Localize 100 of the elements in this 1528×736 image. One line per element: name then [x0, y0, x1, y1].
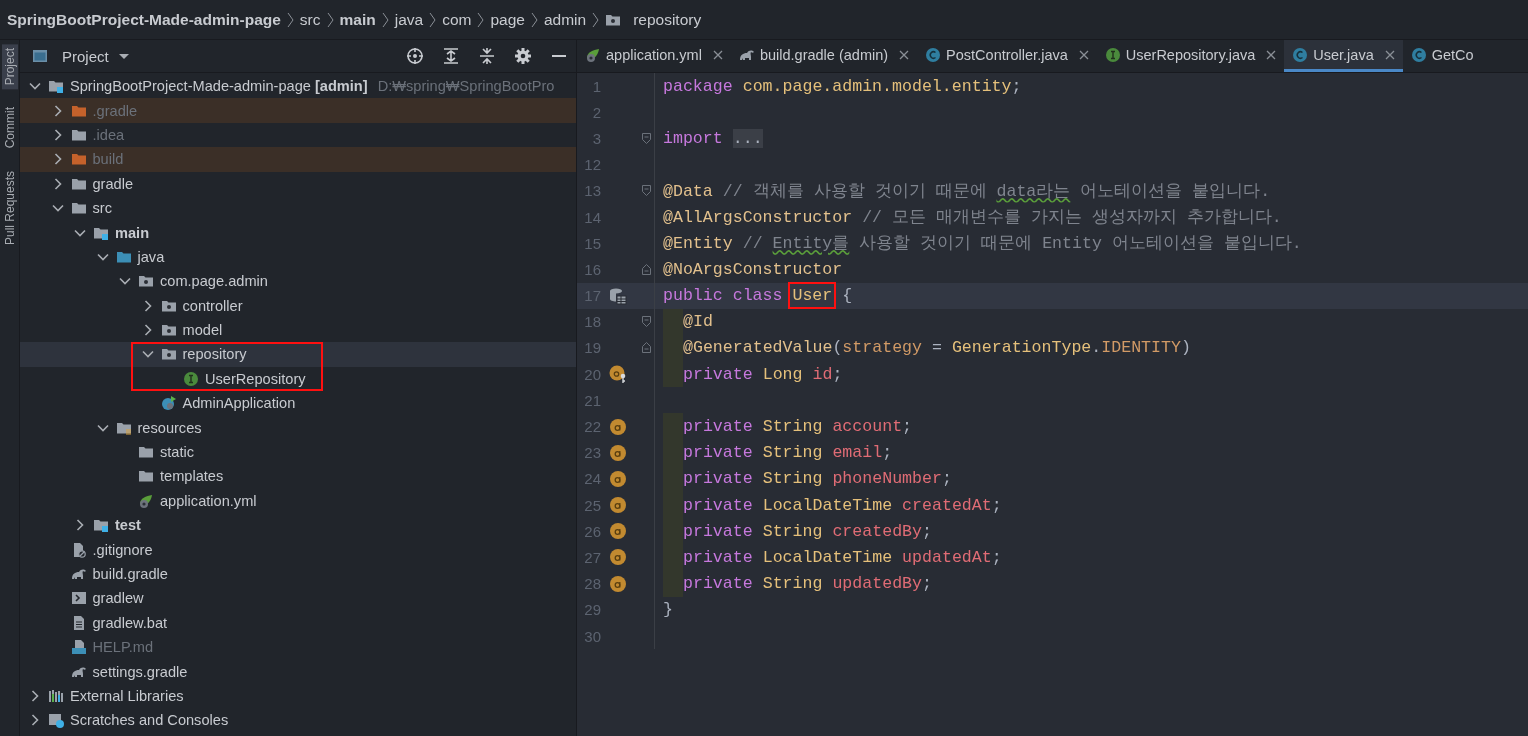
- editor-tab[interactable]: application.yml: [577, 40, 731, 72]
- fold-marker-icon[interactable]: [642, 185, 651, 197]
- separator-icon: [381, 11, 389, 28]
- field-icon[interactable]: [609, 469, 627, 488]
- tree-item[interactable]: settings.gradle: [92, 663, 188, 680]
- tree-item[interactable]: SpringBootProject-Made-admin-page: [70, 78, 311, 95]
- target-icon[interactable]: [406, 47, 424, 65]
- breadcrumb[interactable]: java: [394, 10, 424, 29]
- fold-marker-icon[interactable]: [642, 316, 651, 328]
- close-icon[interactable]: [1078, 49, 1089, 60]
- class-icon: [1410, 46, 1427, 63]
- folder-icon: [138, 444, 154, 461]
- class-icon: [1292, 46, 1309, 63]
- breadcrumb[interactable]: src: [299, 10, 321, 29]
- breadcrumb[interactable]: SpringBootProject-Made-admin-page: [7, 10, 281, 29]
- field-icon[interactable]: [609, 574, 627, 593]
- tree-item[interactable]: templates: [160, 468, 224, 485]
- close-icon[interactable]: [712, 49, 723, 60]
- fold-marker-icon[interactable]: [642, 342, 651, 354]
- field-icon[interactable]: [609, 417, 627, 436]
- tree-item[interactable]: main: [115, 224, 150, 241]
- editor-tab[interactable]: build.gradle (admin): [730, 40, 918, 72]
- collapse-all-icon[interactable]: [478, 47, 496, 65]
- breadcrumb[interactable]: com: [442, 10, 472, 29]
- editor-tab[interactable]: GetCo: [1402, 40, 1482, 72]
- code-line: private String account;: [683, 417, 913, 437]
- tree-item[interactable]: model: [182, 322, 223, 339]
- line-number: 1: [591, 77, 601, 95]
- folder-icon: [70, 151, 87, 168]
- line-number: 3: [591, 129, 601, 147]
- separator-icon: [286, 11, 294, 28]
- interface-icon: [183, 370, 199, 387]
- breadcrumb[interactable]: admin: [543, 10, 587, 29]
- line-number: 27: [583, 548, 601, 566]
- field-icon[interactable]: [609, 522, 627, 541]
- expand-all-icon[interactable]: [442, 47, 460, 65]
- tree-row[interactable]: repository: [20, 342, 576, 367]
- line-number: 23: [583, 444, 601, 462]
- close-icon[interactable]: [899, 49, 910, 60]
- tool-window-tab[interactable]: Commit: [1, 103, 18, 153]
- line-number: 2: [591, 103, 601, 121]
- tree-item[interactable]: static: [160, 444, 195, 461]
- line-number: 20: [583, 365, 601, 383]
- package-folder-icon: [138, 273, 154, 290]
- editor-tab[interactable]: UserRepository.java: [1096, 40, 1285, 72]
- editor-tab[interactable]: User.java: [1284, 40, 1403, 72]
- line-number: 25: [583, 496, 601, 514]
- key-field-icon[interactable]: [609, 365, 627, 384]
- tree-item[interactable]: UserRepository: [205, 370, 306, 387]
- breadcrumb[interactable]: main: [339, 10, 376, 29]
- line-number: 22: [583, 418, 601, 436]
- fold-marker-icon[interactable]: [642, 132, 651, 144]
- tree-item[interactable]: gradle: [92, 175, 134, 192]
- fold-marker-icon[interactable]: [642, 263, 651, 275]
- separator-icon: [326, 11, 334, 28]
- code-line: private Long id;: [683, 364, 843, 384]
- line-number: 28: [583, 575, 601, 593]
- tree-item[interactable]: com.page.admin: [160, 273, 268, 290]
- breadcrumb[interactable]: page: [490, 10, 525, 29]
- tool-window-tab[interactable]: Project: [1, 44, 18, 90]
- tree-item[interactable]: .gitignore: [92, 541, 153, 558]
- code-line: private String phoneNumber;: [683, 469, 952, 489]
- close-icon[interactable]: [1384, 49, 1395, 60]
- tree-item[interactable]: controller: [182, 297, 243, 314]
- code-line: @AllArgsConstructor // 모든 매개변수를 가지는 생성자까지 추가합니다.: [663, 207, 1282, 229]
- tool-window-tab[interactable]: Pull Requests: [1, 166, 18, 249]
- line-number: 15: [583, 234, 601, 252]
- panel-title[interactable]: Project: [62, 47, 109, 65]
- editor-tab[interactable]: PostController.java: [917, 40, 1097, 72]
- tree-item[interactable]: AdminApplication: [182, 395, 296, 412]
- settings-icon[interactable]: [514, 47, 532, 65]
- database-icon[interactable]: [609, 286, 627, 305]
- tree-item[interactable]: build.gradle: [92, 566, 168, 582]
- tree-item[interactable]: resources: [137, 419, 202, 436]
- tree-item[interactable]: External Libraries: [70, 687, 184, 704]
- tree-item[interactable]: Scratches and Consoles: [70, 712, 229, 729]
- field-icon[interactable]: [609, 496, 627, 515]
- tree-item[interactable]: application.yml: [160, 492, 257, 509]
- package-folder-icon: [160, 322, 177, 339]
- interface-icon: [1104, 46, 1121, 63]
- source-folder-icon: [93, 517, 109, 534]
- tree-item[interactable]: src: [92, 200, 112, 217]
- tree-item[interactable]: repository: [182, 346, 247, 363]
- code-line: @GeneratedValue(strategy = GenerationType.IDENTITY): [683, 338, 1191, 358]
- tree-item[interactable]: gradlew: [92, 590, 144, 607]
- code-line: @NoArgsConstructor: [663, 259, 843, 279]
- line-number: 24: [583, 470, 601, 488]
- code-line: private LocalDateTime createdAt;: [683, 495, 1002, 515]
- code-line: }: [663, 600, 673, 620]
- close-icon[interactable]: [1266, 49, 1277, 60]
- code-line: private String createdBy;: [683, 521, 932, 541]
- field-icon[interactable]: [609, 548, 627, 567]
- tree-item[interactable]: java: [137, 248, 165, 265]
- tree-item[interactable]: test: [115, 517, 141, 534]
- line-number: 21: [583, 391, 601, 409]
- field-icon[interactable]: [609, 443, 627, 462]
- tree-item[interactable]: gradlew.bat: [92, 614, 168, 631]
- spring-app-icon: [160, 395, 177, 412]
- breadcrumb[interactable]: repository: [633, 10, 702, 29]
- window-icon: [32, 48, 48, 64]
